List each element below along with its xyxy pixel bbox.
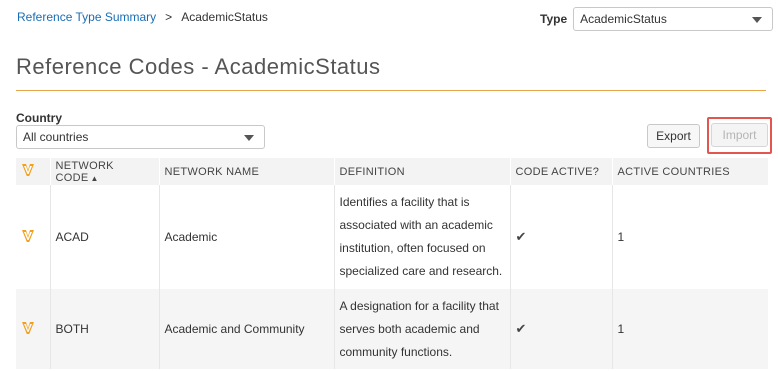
breadcrumb: Reference Type Summary > AcademicStatus [17,10,268,24]
country-select-value: All countries [23,130,89,144]
row-brand-cell [16,185,50,289]
header-brand-cell [16,158,50,185]
type-label: Type [540,12,568,26]
cell-active-countries: 1 [611,185,768,289]
header-code-active[interactable]: CODE ACTIVE? [509,158,612,185]
breadcrumb-link-reference-type-summary[interactable]: Reference Type Summary [17,10,156,24]
type-select[interactable]: AcademicStatus [573,7,774,31]
type-select-value: AcademicStatus [580,12,667,26]
import-highlight-box [707,117,772,154]
export-button[interactable]: Export [647,124,700,148]
cell-network-name: Academic and Community [158,289,334,369]
header-network-code[interactable]: NETWORK CODE ▲ [49,158,159,185]
table-header-row: NETWORK CODE ▲ NETWORK NAME DEFINITION CO… [16,158,768,185]
cell-definition: A designation for a facility that serves… [333,289,510,369]
row-brand-cell [16,289,50,369]
veeva-v-icon [22,164,34,176]
type-filter: Type AcademicStatus [540,7,774,31]
cell-code-active: ✔ [509,289,612,369]
cell-network-code: BOTH [49,289,159,369]
chevron-down-icon [244,135,254,141]
header-active-countries[interactable]: ACTIVE COUNTRIES [611,158,768,185]
cell-active-countries: 1 [611,289,768,369]
page-title: Reference Codes - AcademicStatus [16,54,381,79]
cell-network-code: ACAD [49,185,159,289]
table-row[interactable]: ACAD Academic Identifies a facility that… [16,185,768,289]
veeva-v-icon [22,321,34,334]
header-definition[interactable]: DEFINITION [333,158,510,185]
sort-ascending-icon: ▲ [90,173,99,183]
title-divider [16,90,766,91]
country-select[interactable]: All countries [16,125,265,149]
breadcrumb-separator: > [165,10,173,24]
table-row[interactable]: BOTH Academic and Community A designatio… [16,289,768,369]
cell-network-name: Academic [158,185,334,289]
checkmark-icon: ✔ [515,229,527,244]
breadcrumb-current: AcademicStatus [181,10,268,24]
country-label: Country [16,111,62,125]
reference-codes-table: NETWORK CODE ▲ NETWORK NAME DEFINITION CO… [16,158,768,369]
cell-definition: Identifies a facility that is associated… [333,185,510,289]
header-network-code-label: NETWORK CODE [55,159,114,184]
cell-code-active: ✔ [509,185,612,289]
chevron-down-icon [752,17,763,23]
checkmark-icon: ✔ [515,321,527,336]
header-network-name[interactable]: NETWORK NAME [158,158,334,185]
veeva-v-icon [22,229,34,242]
